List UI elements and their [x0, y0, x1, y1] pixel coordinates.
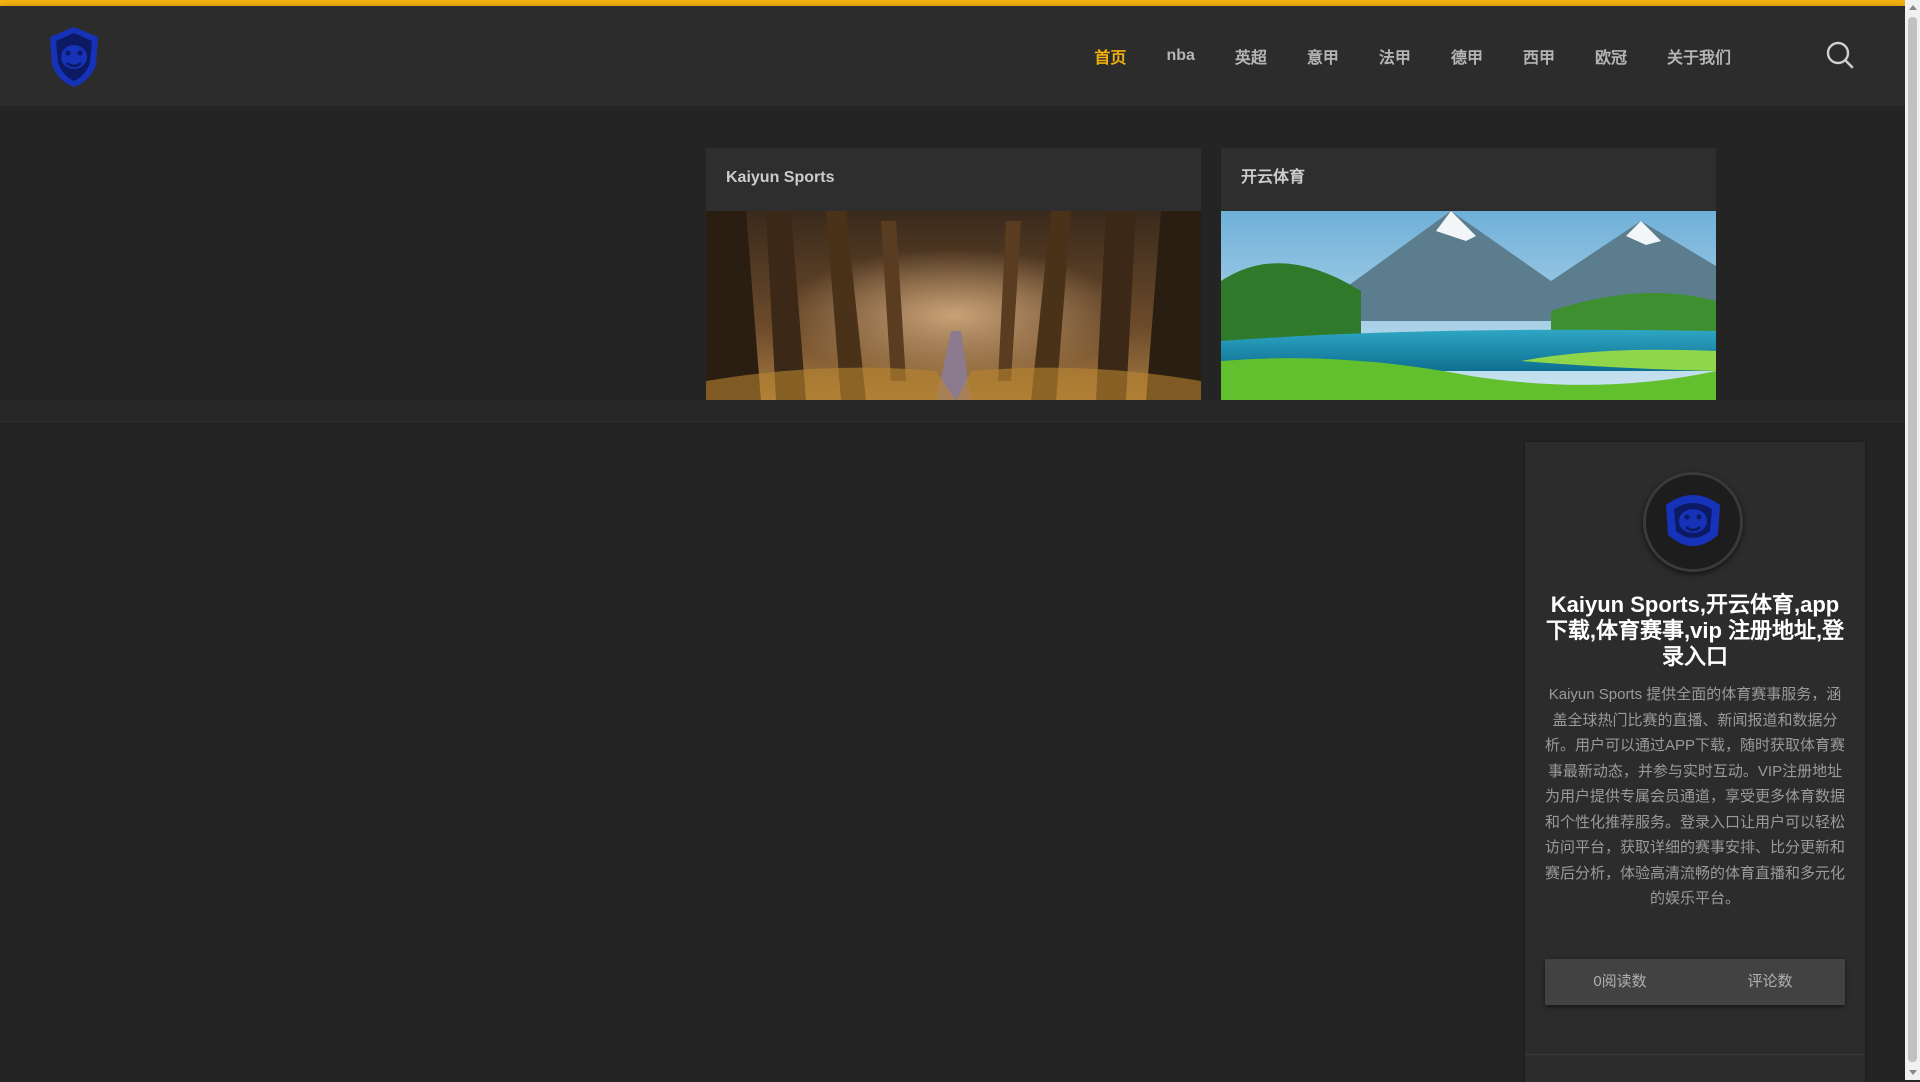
- site-header: 首页 nba 英超 意甲 法甲 德甲 西甲 欧冠 关于我们: [0, 6, 1905, 106]
- site-description: Kaiyun Sports 提供全面的体育赛事服务，涵盖全球热门比赛的直播、新闻…: [1544, 686, 1846, 907]
- nav-champions-league[interactable]: 欧冠: [1595, 44, 1627, 68]
- featured-card-title[interactable]: 开云体育: [1221, 148, 1716, 211]
- featured-card[interactable]: Kaiyun Sports: [706, 148, 1201, 401]
- search-icon[interactable]: [1825, 40, 1855, 70]
- scroll-up-icon[interactable]: [1909, 5, 1917, 10]
- scroll-down-icon[interactable]: [1909, 1070, 1917, 1075]
- nav-home[interactable]: 首页: [1094, 44, 1126, 68]
- stats-bar: 0阅读数 评论数: [1545, 959, 1845, 1005]
- forest-path-image[interactable]: [706, 211, 1201, 401]
- nav-about-us[interactable]: 关于我们: [1667, 44, 1731, 68]
- bulldog-logo-avatar: [1646, 475, 1740, 569]
- sidebar-profile-widget: Kaiyun Sports,开云体育,app下载,体育赛事,vip 注册地址,登…: [1525, 442, 1865, 1082]
- nav-serie-a[interactable]: 意甲: [1307, 44, 1339, 68]
- featured-card-title[interactable]: Kaiyun Sports: [706, 148, 1201, 211]
- site-avatar[interactable]: [1643, 472, 1743, 572]
- nav-la-liga[interactable]: 西甲: [1523, 44, 1555, 68]
- scrollbar-thumb[interactable]: [1908, 17, 1917, 1062]
- nav-ligue-1[interactable]: 法甲: [1379, 44, 1411, 68]
- featured-card[interactable]: 开云体育: [1221, 148, 1716, 401]
- nav-nba[interactable]: nba: [1166, 47, 1194, 65]
- main-nav: 首页 nba 英超 意甲 法甲 德甲 西甲 欧冠 关于我们: [1054, 6, 1731, 106]
- mountain-lake-image[interactable]: [1221, 211, 1716, 401]
- page-scrollbar[interactable]: [1905, 0, 1920, 1080]
- widget-divider: [1525, 1054, 1865, 1055]
- section-divider: [0, 400, 1905, 422]
- comment-count: 评论数: [1747, 973, 1793, 990]
- site-title[interactable]: Kaiyun Sports,开云体育,app下载,体育赛事,vip 注册地址,登…: [1543, 592, 1847, 670]
- nav-bundesliga[interactable]: 德甲: [1451, 44, 1483, 68]
- read-count: 0阅读数: [1593, 973, 1647, 990]
- bulldog-shield-logo[interactable]: [46, 25, 102, 89]
- nav-premier-league[interactable]: 英超: [1235, 44, 1267, 68]
